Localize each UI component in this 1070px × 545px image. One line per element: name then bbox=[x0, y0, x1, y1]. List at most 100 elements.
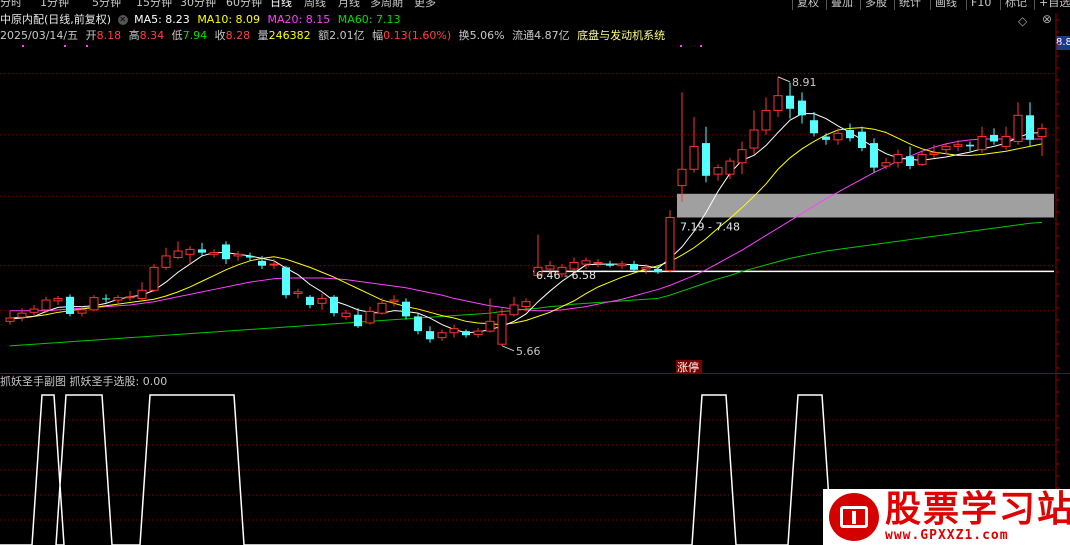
candle-body bbox=[258, 260, 266, 266]
low-price-label: 5.66 bbox=[516, 345, 541, 358]
candle-body bbox=[233, 253, 243, 257]
candle-body bbox=[737, 149, 747, 164]
candle-body bbox=[377, 302, 387, 314]
candle-body bbox=[306, 296, 314, 305]
candle-body bbox=[953, 144, 963, 147]
candle-body bbox=[125, 296, 135, 299]
candle-body bbox=[89, 297, 99, 311]
low-pointer bbox=[501, 345, 515, 352]
candle-body bbox=[462, 331, 470, 336]
candle-body bbox=[870, 143, 878, 168]
candle-body bbox=[29, 308, 39, 313]
candle-body bbox=[569, 261, 579, 270]
signal-marker bbox=[700, 45, 702, 47]
watermark-name: 股票学习站 bbox=[885, 489, 1070, 530]
candle-body bbox=[749, 129, 759, 149]
candle-body bbox=[713, 167, 723, 175]
candle-body bbox=[402, 301, 410, 317]
candle-body bbox=[293, 291, 303, 295]
candle-body bbox=[1037, 127, 1047, 138]
candle-body bbox=[102, 298, 110, 300]
candle-body bbox=[917, 154, 927, 165]
candle-body bbox=[341, 312, 351, 317]
candle-body bbox=[414, 316, 422, 332]
candle-body bbox=[725, 160, 735, 175]
candle-body bbox=[641, 266, 651, 270]
candle-body bbox=[786, 95, 794, 109]
signal-marker bbox=[22, 45, 24, 47]
candle-body bbox=[990, 134, 998, 142]
candle-body bbox=[617, 263, 627, 267]
panel-divider bbox=[0, 373, 1070, 374]
candle-body bbox=[41, 299, 51, 311]
candle-body bbox=[485, 320, 495, 332]
candle-body bbox=[833, 132, 843, 141]
candle-body bbox=[354, 314, 362, 327]
zone-lower-label: 6.46 - 6.58 bbox=[536, 269, 596, 282]
candle-body bbox=[822, 136, 830, 140]
candle-body bbox=[198, 249, 206, 253]
candle-body bbox=[246, 255, 254, 258]
candle-body bbox=[593, 261, 603, 264]
candle-body bbox=[53, 297, 63, 302]
candle-body bbox=[66, 296, 74, 314]
candle-body bbox=[509, 304, 519, 316]
candle-body bbox=[113, 297, 123, 301]
watermark-url: www.GPXXZ1.com bbox=[885, 528, 1009, 543]
candle-body bbox=[149, 266, 159, 291]
candle-body bbox=[17, 312, 27, 318]
candle-body bbox=[893, 154, 903, 164]
candle-body bbox=[426, 331, 434, 340]
candle-body bbox=[810, 120, 818, 134]
candle-body bbox=[606, 264, 614, 266]
candle-body bbox=[521, 301, 531, 308]
candle-body bbox=[702, 143, 710, 176]
book-logo-icon bbox=[829, 493, 879, 541]
candle-body bbox=[929, 152, 939, 156]
candlestick-chart[interactable]: 8.91 5.66 7.19 - 7.48 6.46 - 6.58 涨停 bbox=[0, 0, 1070, 545]
candle-body bbox=[1001, 136, 1011, 147]
ma60-line bbox=[9, 221, 1043, 347]
signal-marker bbox=[680, 45, 682, 47]
candle-body bbox=[966, 144, 974, 147]
signal-marker bbox=[64, 45, 66, 47]
candle-body bbox=[773, 95, 783, 111]
candle-body bbox=[881, 162, 891, 167]
candle-body bbox=[330, 296, 338, 314]
candle-body bbox=[906, 156, 914, 166]
watermark-logo: 股票学习站 www.GPXXZ1.com bbox=[823, 489, 1070, 545]
candle-body bbox=[437, 332, 447, 339]
candle-body bbox=[689, 145, 699, 170]
candle-body bbox=[449, 328, 459, 334]
candle-body bbox=[977, 136, 987, 151]
candle-body bbox=[317, 297, 327, 304]
candle-body bbox=[1026, 115, 1034, 140]
candle-body bbox=[761, 109, 771, 131]
candle-body bbox=[654, 268, 662, 273]
limit-up-label: 涨停 bbox=[677, 360, 699, 374]
candle-body bbox=[389, 299, 399, 303]
candle-body bbox=[798, 100, 806, 116]
candle-body bbox=[858, 131, 866, 149]
resistance-zone bbox=[677, 193, 1054, 218]
candle-body bbox=[282, 267, 290, 296]
candle-body bbox=[677, 168, 687, 187]
signal-marker bbox=[86, 45, 88, 47]
candle-body bbox=[630, 264, 638, 270]
zone-upper-label: 7.19 - 7.48 bbox=[680, 220, 740, 233]
candle-body bbox=[137, 289, 147, 299]
high-pointer bbox=[777, 76, 791, 83]
candle-body bbox=[209, 252, 219, 255]
candle-body bbox=[365, 311, 375, 324]
candle-body bbox=[161, 255, 171, 268]
candle-body bbox=[941, 145, 951, 151]
candle-body bbox=[222, 244, 230, 260]
high-price-label: 8.91 bbox=[792, 76, 817, 89]
sub-chart-indicator: 抓妖圣手选股: 0.00 bbox=[69, 375, 168, 388]
candle-body bbox=[846, 130, 854, 139]
sub-chart-header: 抓妖圣手副图 抓妖圣手选股: 0.00 bbox=[0, 375, 167, 389]
candle-body bbox=[1013, 114, 1023, 142]
sub-chart-title[interactable]: 抓妖圣手副图 bbox=[0, 375, 66, 388]
candle-body bbox=[185, 248, 195, 255]
candle-body bbox=[269, 263, 279, 266]
